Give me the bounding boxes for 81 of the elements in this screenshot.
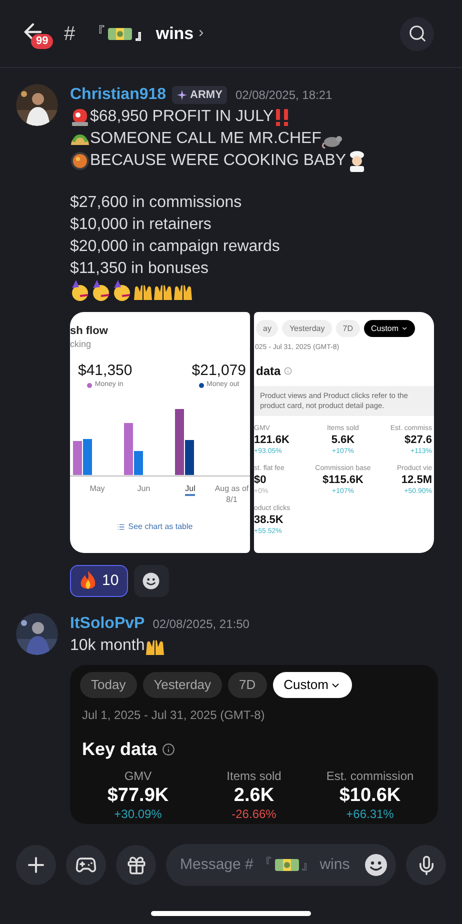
- message-text: BECAUSE WERE COOKING BABY: [90, 151, 346, 171]
- microphone-button[interactable]: [406, 845, 446, 885]
- timestamp: 02/08/2025, 18:21: [235, 87, 332, 104]
- timestamp: 02/08/2025, 21:50: [152, 616, 250, 633]
- date-filter-chip[interactable]: Yesterday: [282, 320, 332, 337]
- siren-icon: [70, 107, 90, 127]
- message-text: SOMEONE CALL ME MR.CHEF: [90, 129, 322, 149]
- metric-value: 5.6K: [331, 434, 355, 447]
- metric-value: $27.6: [404, 434, 432, 447]
- metric-label: Items sold: [226, 769, 282, 784]
- metric-value: 12.5M: [401, 474, 432, 487]
- banknote-icon: [274, 857, 300, 873]
- author-name[interactable]: Christian918: [70, 83, 166, 107]
- metric-change: -26.66%: [232, 807, 276, 822]
- party-face-icon: [112, 280, 133, 302]
- back-button[interactable]: 99: [20, 18, 54, 48]
- message-field[interactable]: Message # 『 』 wins: [166, 844, 396, 886]
- channel-title: 』 wins: [134, 22, 194, 45]
- metric-value: $77.9K: [107, 784, 169, 807]
- chart-bar: [83, 438, 92, 474]
- month-label[interactable]: Jul: [185, 482, 196, 496]
- search-button[interactable]: [400, 16, 434, 50]
- smiley-icon: [142, 572, 160, 590]
- list-icon: [117, 522, 126, 530]
- bowl-icon: [70, 151, 90, 171]
- info-icon: [162, 743, 176, 756]
- date-filter-chip[interactable]: 7D: [228, 672, 267, 698]
- chart-table-link[interactable]: See chart as table: [128, 520, 193, 532]
- emoji-icon: [364, 853, 388, 877]
- message-text: $20,000 in campaign rewards: [70, 237, 280, 257]
- metric-value: $0: [254, 474, 266, 487]
- month-label[interactable]: Aug as of 8/1: [214, 482, 250, 506]
- date-filter-chip[interactable]: Custom: [364, 320, 415, 337]
- metric-value: $115.6K: [322, 474, 364, 487]
- gift-icon: [126, 854, 146, 876]
- channel-hash: #: [64, 22, 76, 46]
- unread-badge: 99: [31, 34, 54, 48]
- stat-value: $21,079: [192, 362, 246, 380]
- screenshot-subtitle: cking: [70, 338, 92, 350]
- sparkle-icon: [177, 90, 188, 100]
- info-icon: [284, 366, 292, 374]
- metric-value: 38.5K: [254, 514, 284, 527]
- message-text: 10k month: [70, 636, 145, 656]
- section-title: Key data: [82, 738, 158, 761]
- date-filter-chip[interactable]: 7D: [336, 320, 360, 337]
- gift-button[interactable]: [116, 845, 156, 885]
- section-title: data: [256, 362, 281, 380]
- party-face-icon: [70, 280, 91, 302]
- party-face-icon: [91, 280, 112, 302]
- month-label[interactable]: May: [90, 482, 105, 496]
- date-filter-chip[interactable]: Custom: [272, 672, 352, 698]
- date-filter-chip[interactable]: Yesterday: [142, 672, 222, 698]
- reaction-button[interactable]: 10: [70, 565, 128, 597]
- message-text: $11,350 in bonuses: [70, 259, 208, 279]
- metric-label: GMV: [124, 769, 152, 784]
- banknote-icon: [107, 26, 134, 42]
- metric-label: Est. commission: [326, 769, 414, 784]
- author-name[interactable]: ItSoloPvP: [70, 612, 145, 636]
- metric-change: +30.09%: [114, 807, 162, 822]
- message-text: $68,950 PROFIT IN JULY: [90, 107, 274, 127]
- chevron-icon: ›: [198, 22, 204, 45]
- screenshot-title: sh flow: [70, 324, 109, 338]
- date-filter-chip[interactable]: Today: [80, 672, 137, 698]
- chart-bar: [73, 440, 82, 474]
- date-range: Jul 1, 2025 - Jul 31, 2025 (GMT-8): [81, 707, 266, 724]
- date-filter-chip[interactable]: ay: [256, 320, 278, 337]
- metric-value: 2.6K: [234, 784, 274, 807]
- gamepad-button[interactable]: [66, 845, 106, 885]
- stat-value: $41,350: [78, 362, 132, 380]
- message-text: $27,600 in commissions: [70, 193, 242, 213]
- search-icon: [408, 24, 426, 43]
- add-button[interactable]: [16, 845, 56, 885]
- role-tag: ARMY: [172, 86, 228, 104]
- month-label[interactable]: Jun: [137, 482, 150, 496]
- channel-title: 『: [89, 22, 106, 45]
- metric-value: $10.6K: [339, 784, 401, 807]
- metric-value: 121.6K: [254, 434, 290, 447]
- caret-icon: [400, 325, 408, 332]
- message-text: $10,000 in retainers: [70, 215, 212, 235]
- add-reaction-button[interactable]: [134, 565, 169, 597]
- metric-change: +66.31%: [346, 807, 394, 822]
